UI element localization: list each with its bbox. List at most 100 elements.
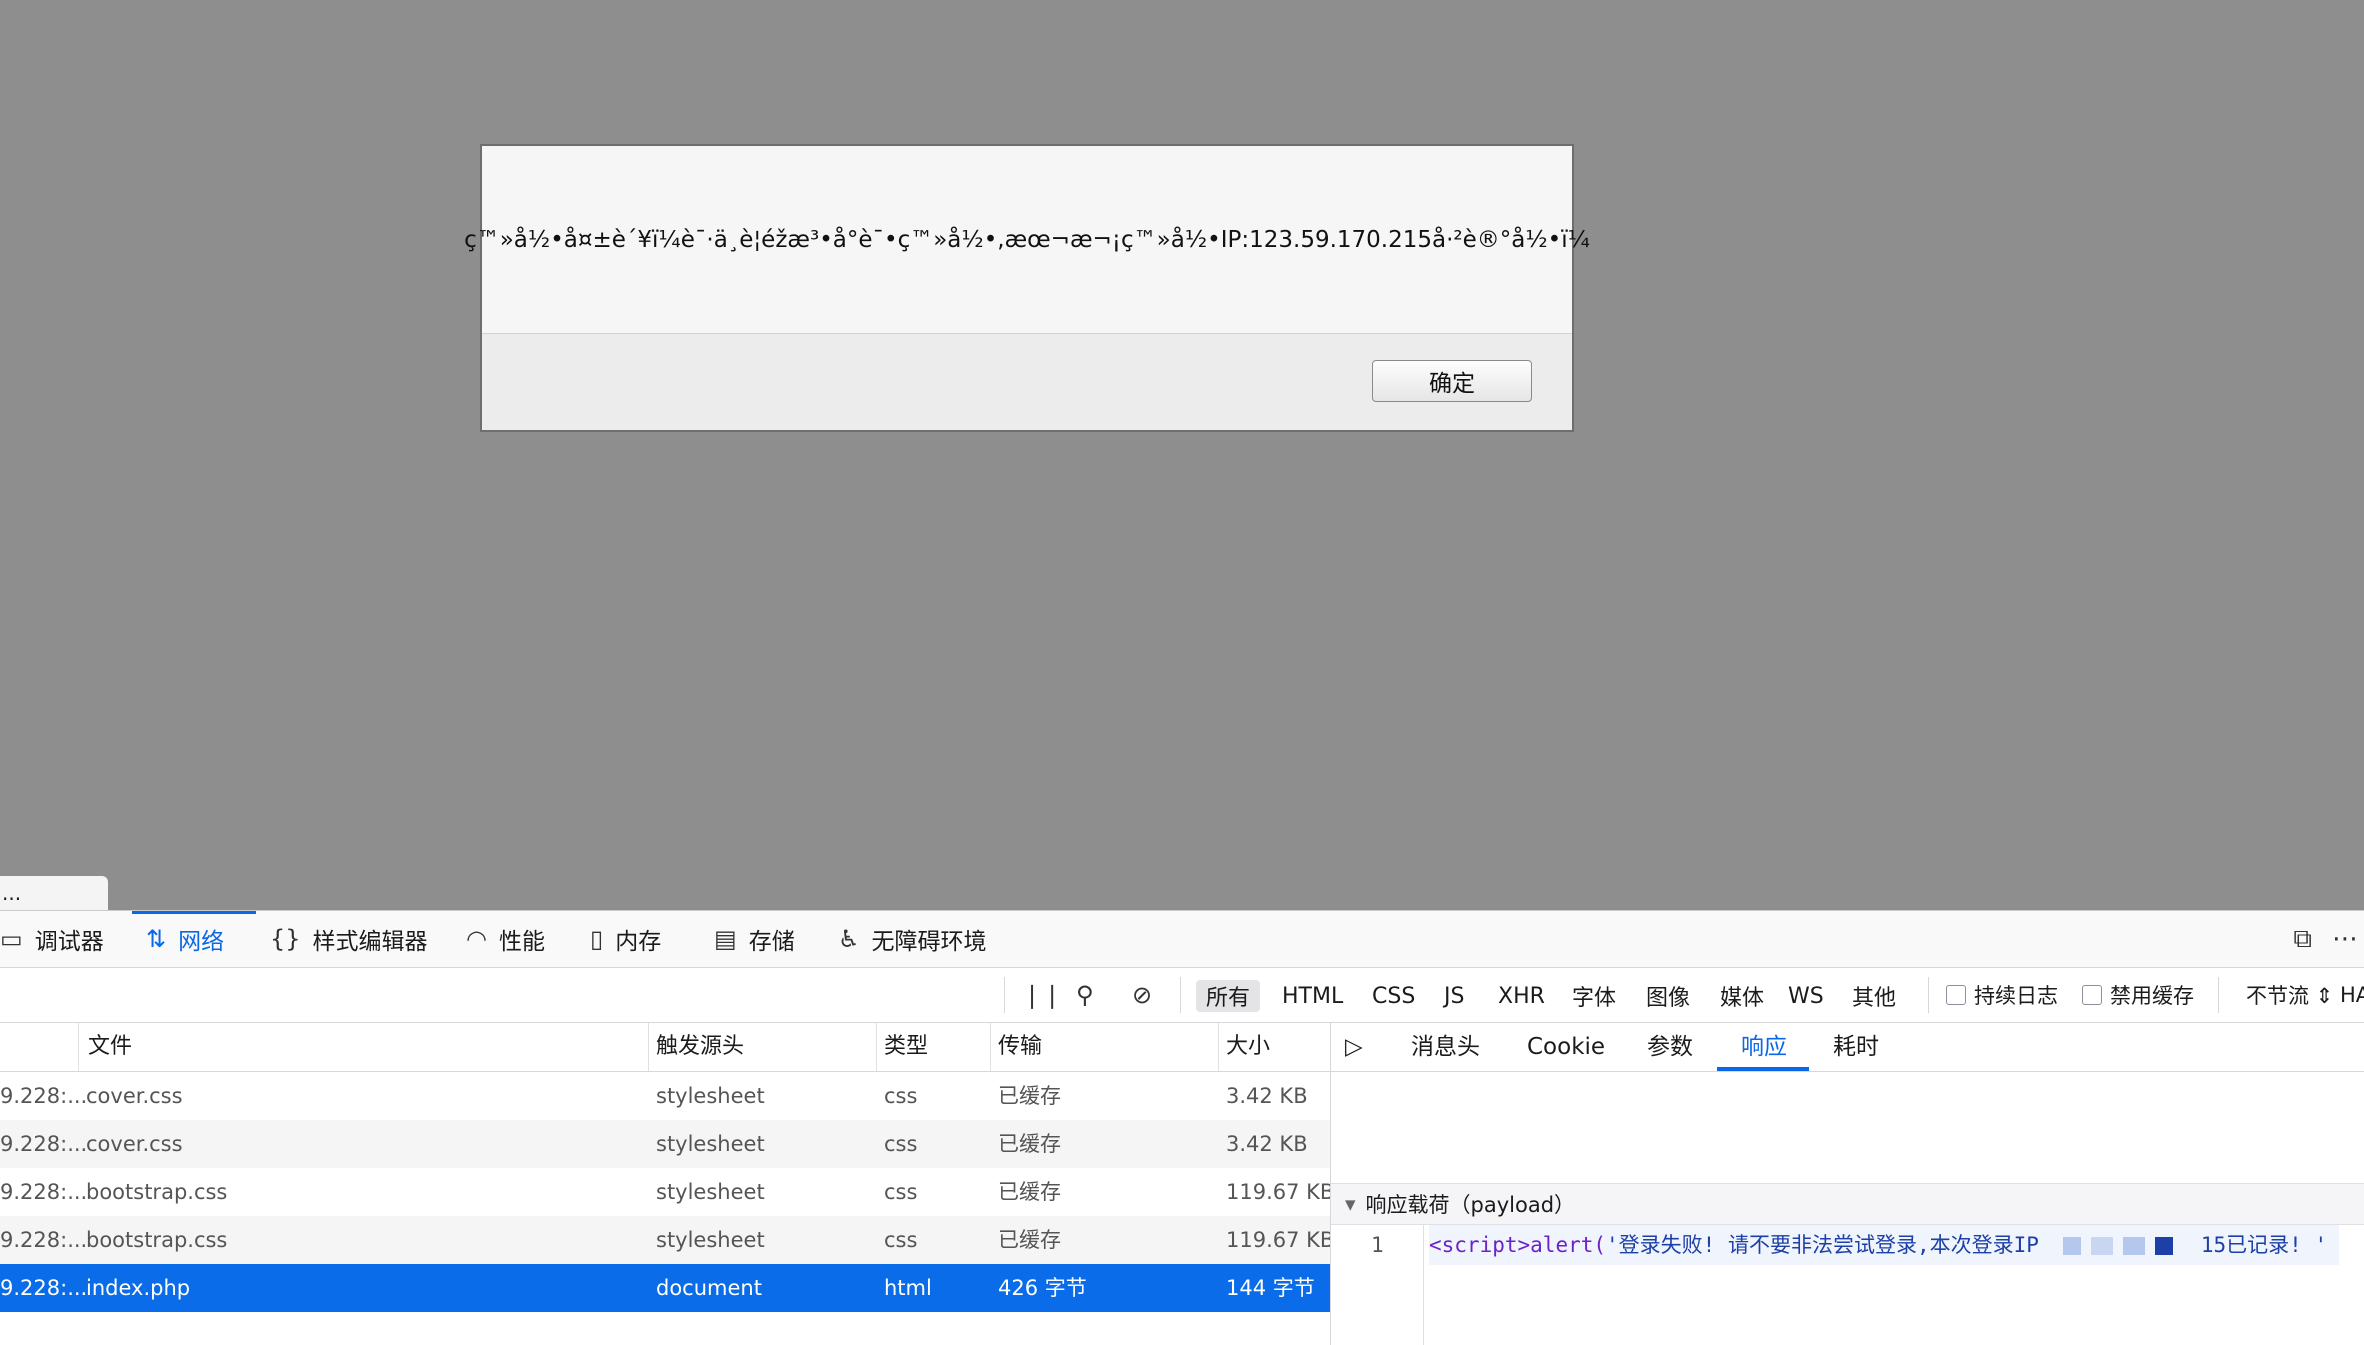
details-tabs: ▷ 消息头 Cookie 参数 响应 耗时 [1331,1023,2364,1072]
cell-domain: 9.228:... [0,1276,88,1300]
col-type[interactable]: 类型 [884,1023,928,1071]
cell-initiator: stylesheet [656,1180,765,1204]
col-initiator[interactable]: 触发源头 [656,1023,744,1071]
network-icon: ⇅ [146,925,167,953]
filter-html[interactable]: HTML [1272,980,1353,1012]
tab-debugger-label: 调试器 [34,929,104,955]
filter-ws[interactable]: WS [1778,980,1834,1012]
filter-css[interactable]: CSS [1362,980,1425,1012]
cell-size: 144 字节 [1226,1276,1315,1300]
filter-other[interactable]: 其他 [1842,980,1906,1012]
cell-domain: 9.228:... [0,1180,88,1204]
debugger-icon: ▭ [0,925,23,953]
cell-type: css [884,1084,918,1108]
pause-icon[interactable]: ❘❘ [1022,968,1062,1022]
cell-transferred: 已缓存 [998,1228,1061,1252]
disable-cache-checkbox[interactable]: 禁用缓存 [2082,968,2194,1022]
divider [1180,977,1181,1013]
cell-transferred: 已缓存 [998,1132,1061,1156]
filter-all[interactable]: 所有 [1196,980,1261,1012]
tab-storage[interactable]: ▤ 存储 [714,911,795,967]
table-row[interactable]: 9.228:... cover.css stylesheet css 已缓存 3… [0,1072,1330,1120]
redacted-block [2122,1237,2145,1255]
cell-file: cover.css [86,1132,183,1156]
devtools-panel: ▭ 调试器 ⇅ 网络 {} 样式编辑器 ◠ 性能 ▯ 内存 ▤ 存储 ♿ 无障碍… [0,910,2364,1345]
cell-domain: 9.228:... [0,1084,88,1108]
code-string: '登录失败! 请不要非法尝试登录,本次登录IP [1606,1233,2039,1257]
alert-footer: 确定 [482,333,1572,430]
tab-memory[interactable]: ▯ 内存 [590,911,661,967]
tab-style-editor[interactable]: {} 样式编辑器 [270,911,428,967]
tab-params[interactable]: 参数 [1647,1023,1693,1071]
cell-initiator: stylesheet [656,1228,765,1252]
cell-type: css [884,1228,918,1252]
redacted-block [2062,1237,2081,1255]
column-separator [876,1023,877,1071]
filter-fonts[interactable]: 字体 [1562,980,1626,1012]
disable-cache-label: 禁用缓存 [2110,984,2194,1008]
cell-file: bootstrap.css [86,1180,228,1204]
ok-button[interactable]: 确定 [1372,360,1532,402]
filter-xhr[interactable]: XHR [1488,980,1555,1012]
col-size[interactable]: 大小 [1226,1023,1270,1071]
memory-icon: ▯ [590,925,604,953]
persist-logs-checkbox[interactable]: 持续日志 [1946,968,2058,1022]
har-button[interactable]: HA [2340,968,2364,1022]
filter-js[interactable]: JS [1434,980,1474,1012]
table-row[interactable]: 9.228:... bootstrap.css stylesheet css 已… [0,1168,1334,1216]
request-table-header: 文件 触发源头 类型 传输 大小 [0,1023,1330,1072]
tab-network-label: 网络 [178,929,225,955]
page-tab-stub[interactable]: ... [0,876,108,910]
chevron-down-icon: ▾ [1345,1192,1356,1216]
details-tab-indicator [1717,1067,1809,1071]
tab-response[interactable]: 响应 [1741,1023,1787,1071]
cell-initiator: document [656,1276,762,1300]
payload-section-header[interactable]: ▾ 响应载荷（payload） [1331,1183,2364,1225]
storage-icon: ▤ [714,925,737,953]
redacted-block [2154,1237,2173,1255]
col-transferred[interactable]: 传输 [998,1023,1042,1071]
tab-accessibility[interactable]: ♿ 无障碍环境 [838,911,987,967]
col-file[interactable]: 文件 [88,1023,132,1071]
persist-logs-label: 持续日志 [1974,984,2058,1008]
cell-initiator: stylesheet [656,1084,765,1108]
toolbox-tabs: ▭ 调试器 ⇅ 网络 {} 样式编辑器 ◠ 性能 ▯ 内存 ▤ 存储 ♿ 无障碍… [0,911,2364,968]
cell-domain: 9.228:... [0,1228,88,1252]
cell-file: cover.css [86,1084,183,1108]
cell-transferred: 已缓存 [998,1084,1061,1108]
table-row[interactable]: 9.228:... bootstrap.css stylesheet css 已… [0,1216,1334,1264]
cell-type: html [884,1276,932,1300]
response-code[interactable]: <script>alert('登录失败! 请不要非法尝试登录,本次登录IP 15已… [1429,1225,2340,1265]
tab-style-editor-label: 样式编辑器 [312,929,428,955]
table-row[interactable]: 9.228:... cover.css stylesheet css 已缓存 3… [0,1120,1330,1168]
code-function: alert( [1530,1233,1607,1257]
tab-headers[interactable]: 消息头 [1411,1023,1480,1071]
tab-network[interactable]: ⇅ 网络 [146,911,224,967]
tab-debugger[interactable]: ▭ 调试器 [0,911,104,967]
response-code-line: 1 <script>alert('登录失败! 请不要非法尝试登录,本次登录IP 1… [1331,1225,2364,1345]
cell-initiator: stylesheet [656,1132,765,1156]
redacted-block [2090,1237,2113,1255]
throttling-select[interactable]: 不节流 ⇕ [2246,968,2333,1022]
alert-dialog: ç™»å½•å¤±è´¥ï¼è¯·ä¸è¦éžæ³•å°è¯•ç™»å½•,æœ… [464,144,1590,432]
responsive-design-icon[interactable]: ⧉ [2293,924,2312,955]
alert-message: ç™»å½•å¤±è´¥ï¼è¯·ä¸è¦éžæ³•å°è¯•ç™»å½•,æœ… [464,227,1590,253]
toolbox-right-controls: ⧉ ⋯ [2293,911,2364,967]
tab-performance[interactable]: ◠ 性能 [466,911,545,967]
payload-title: 响应载荷（payload） [1365,1193,1576,1217]
table-row-selected[interactable]: 9.228:... index.php document html 426 字节… [0,1264,1330,1312]
tab-timings[interactable]: 耗时 [1833,1023,1879,1071]
column-separator [990,1023,991,1071]
style-editor-icon: {} [270,925,301,953]
filter-media[interactable]: 媒体 [1710,980,1774,1012]
clear-icon[interactable]: ⊘ [1132,968,1152,1022]
cell-type: css [884,1132,918,1156]
divider [2218,977,2219,1013]
tab-storage-label: 存储 [748,929,795,955]
column-separator [1218,1023,1219,1071]
more-options-icon[interactable]: ⋯ [2332,924,2358,954]
search-icon[interactable]: ⚲ [1076,968,1094,1022]
toggle-sidebar-icon[interactable]: ▷ [1345,1023,1363,1071]
filter-images[interactable]: 图像 [1636,980,1700,1012]
tab-cookies[interactable]: Cookie [1527,1023,1605,1071]
